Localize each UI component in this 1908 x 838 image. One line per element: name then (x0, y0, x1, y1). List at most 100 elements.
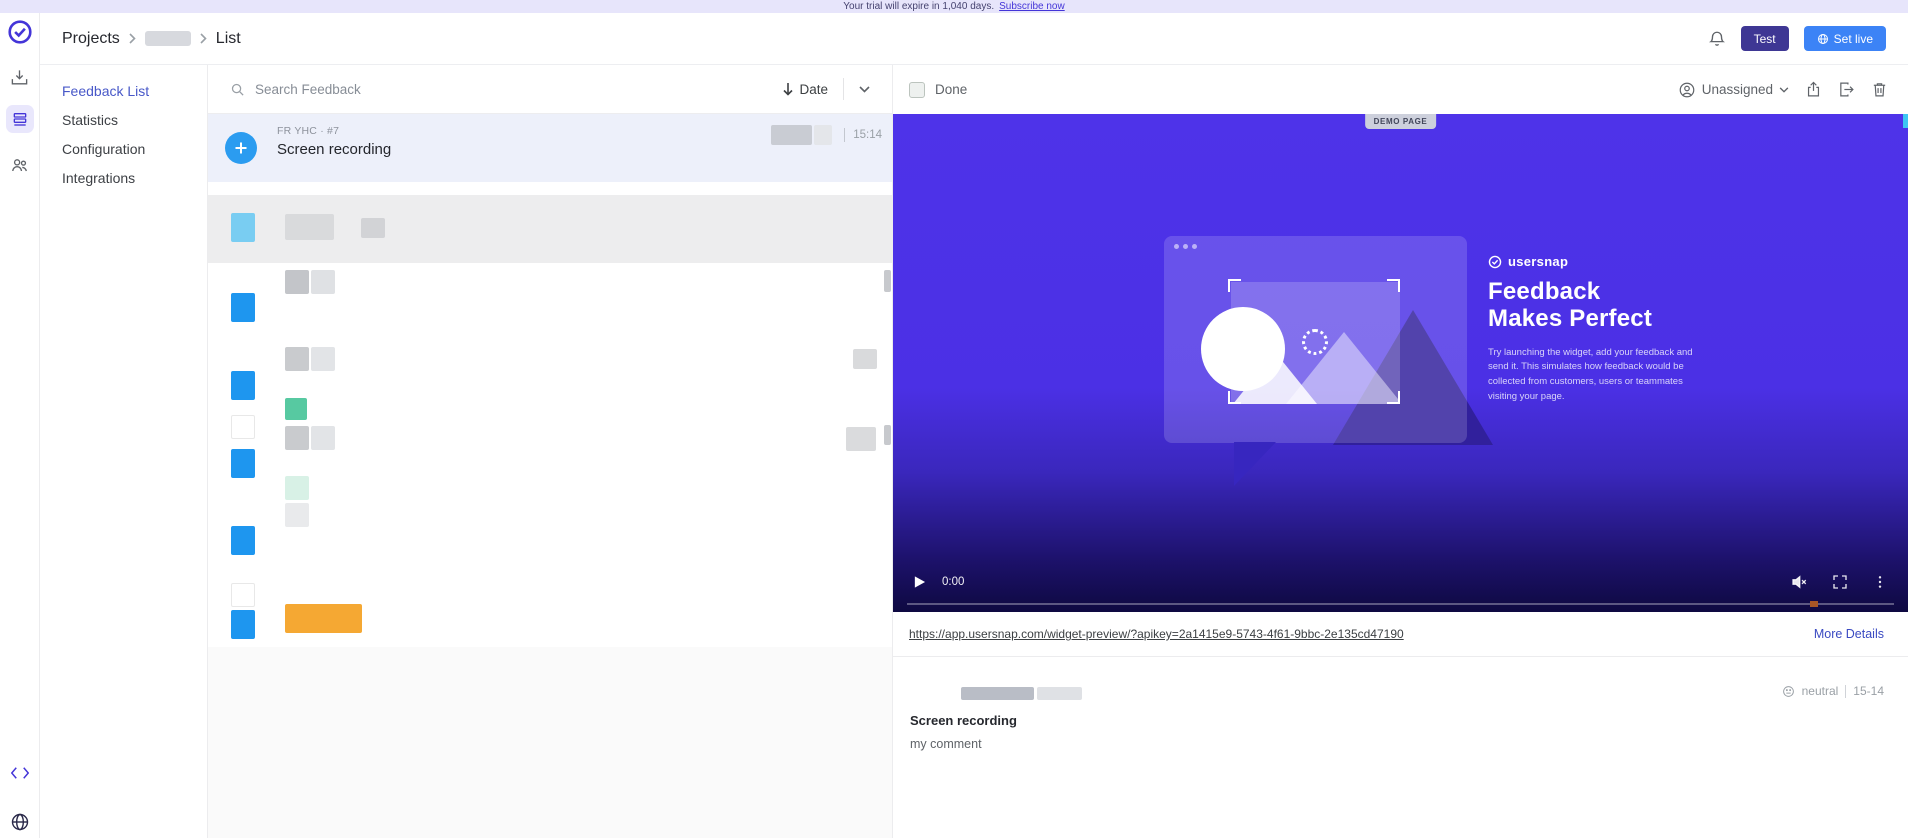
redacted-block (231, 213, 255, 242)
redacted-block (285, 214, 334, 240)
list-empty-area (208, 647, 892, 838)
header-actions: Test Set live (1708, 26, 1886, 51)
assignee-person-icon (1679, 82, 1695, 97)
chevron-right-icon (129, 33, 136, 44)
video-current-time: 0:00 (942, 576, 965, 588)
set-live-button[interactable]: Set live (1803, 26, 1886, 51)
set-live-label: Set live (1833, 31, 1873, 46)
code-icon[interactable] (8, 763, 32, 783)
redacted-block (311, 270, 335, 294)
search-icon (230, 82, 245, 97)
feedback-item-screen-recording[interactable]: FR YHC · #7 Screen recording 15:14 (208, 114, 892, 182)
feedback-item-meta: FR YHC · #7 (277, 125, 340, 137)
feedback-list-nav-icon[interactable] (5, 105, 34, 133)
toolbar-divider (843, 78, 844, 100)
header: Projects List Test Set live (40, 13, 1908, 65)
promo-body-text: Try launching the widget, add your feedb… (1488, 346, 1693, 402)
subnav-feedback-list[interactable]: Feedback List (62, 77, 207, 106)
detail-toolbar: Done Unassigned (893, 65, 1908, 114)
redacted-block (231, 526, 255, 555)
left-icon-rail (0, 13, 40, 838)
headline-line-1: Feedback (1488, 278, 1601, 305)
sort-label: Date (799, 81, 828, 97)
redacted-block (853, 349, 877, 369)
usersnap-check-icon (1488, 255, 1502, 268)
export-icon[interactable] (1838, 81, 1855, 98)
selection-corner (1387, 279, 1400, 292)
more-options-kebab-icon[interactable] (1872, 574, 1888, 590)
neutral-face-icon (1782, 685, 1794, 697)
more-details-link[interactable]: More Details (1814, 627, 1884, 641)
subscribe-now-link[interactable]: Subscribe now (999, 1, 1065, 12)
redacted-block (285, 398, 307, 420)
search-input[interactable] (255, 81, 783, 97)
browser-mockup-illustration (1164, 236, 1467, 443)
window-dots-icon (1174, 244, 1197, 249)
main-area: Projects List Test Set live Feedback Lis… (40, 13, 1908, 838)
redacted-assignee-avatar (771, 125, 812, 145)
fullscreen-icon[interactable] (1832, 574, 1848, 590)
globe-icon (1817, 33, 1828, 44)
feedback-list-panel: Date FR YHC · #7 Screen recording 15: (207, 65, 892, 838)
scrollbar-thumb[interactable] (884, 270, 891, 292)
content-area: Feedback List Statistics Configuration I… (40, 65, 1908, 838)
selection-corner (1228, 391, 1241, 404)
test-button[interactable]: Test (1740, 26, 1789, 51)
team-icon[interactable] (8, 153, 32, 177)
assignee-dropdown[interactable]: Unassigned (1678, 81, 1789, 99)
redacted-author-name (1037, 687, 1082, 700)
scrollbar-thumb[interactable] (884, 425, 891, 445)
redacted-block (231, 415, 255, 439)
progress-marker[interactable] (1810, 601, 1819, 607)
widget-link-row: https://app.usersnap.com/widget-preview/… (893, 612, 1908, 657)
selection-corner (1228, 279, 1241, 292)
screen-recording-video-player[interactable]: DEMO PAGE usersnap Feedback Makes Perfec… (893, 114, 1908, 612)
redacted-block (285, 604, 362, 633)
video-progress-bar[interactable] (907, 601, 1894, 607)
redacted-block (285, 426, 309, 450)
breadcrumb-projects[interactable]: Projects (62, 30, 120, 48)
usersnap-logo-icon[interactable] (6, 18, 34, 46)
redacted-assignee-avatar (814, 125, 832, 145)
done-checkbox[interactable] (909, 81, 925, 98)
redacted-author-name (961, 687, 1034, 700)
redacted-block (231, 583, 255, 607)
widget-edge-marker (1903, 114, 1908, 128)
list-options-chevron-icon[interactable] (859, 85, 870, 93)
delete-trash-icon[interactable] (1871, 81, 1888, 98)
subnav-configuration[interactable]: Configuration (62, 135, 207, 164)
widget-preview-link[interactable]: https://app.usersnap.com/widget-preview/… (909, 627, 1404, 641)
done-checkbox-group[interactable]: Done (909, 81, 967, 98)
chevron-down-icon (1779, 86, 1789, 93)
sort-by-date[interactable]: Date (782, 82, 828, 97)
share-icon[interactable] (1805, 81, 1822, 98)
redacted-block (285, 270, 309, 294)
chevron-right-icon (200, 33, 207, 44)
loading-spinner-icon (1301, 329, 1328, 355)
subnav-integrations[interactable]: Integrations (62, 164, 207, 193)
speech-bubble-tail (1234, 442, 1276, 486)
redacted-block (311, 347, 335, 371)
breadcrumb: Projects List (62, 30, 241, 48)
app-shell: Projects List Test Set live Feedback Lis… (0, 13, 1908, 838)
comment-meta: neutral 15-14 (1782, 684, 1884, 698)
trial-banner-text: Your trial will expire in 1,040 days. (843, 1, 995, 12)
mute-volume-icon[interactable] (1790, 573, 1808, 591)
trial-banner: Your trial will expire in 1,040 days. Su… (0, 0, 1908, 13)
feedback-detail-panel: Done Unassigned DEMO PAGE usersnap Feedb… (892, 65, 1908, 838)
inbox-download-icon[interactable] (8, 65, 32, 89)
sentiment-label: neutral (1801, 684, 1839, 698)
feedback-item-title: Screen recording (277, 141, 392, 158)
language-globe-icon[interactable] (9, 811, 31, 833)
brand-name: usersnap (1508, 254, 1569, 269)
redacted-block (231, 293, 255, 322)
video-controls: 0:00 (893, 566, 1908, 598)
feedback-item-time: 15:14 (844, 128, 882, 142)
redacted-block (231, 610, 255, 639)
subnav-statistics[interactable]: Statistics (62, 106, 207, 135)
play-button[interactable] (913, 575, 926, 589)
redacted-block (285, 476, 309, 500)
breadcrumb-project-name-redacted[interactable] (144, 31, 191, 46)
screen-recording-plus-icon (225, 132, 257, 164)
notifications-bell-icon[interactable] (1708, 30, 1726, 48)
